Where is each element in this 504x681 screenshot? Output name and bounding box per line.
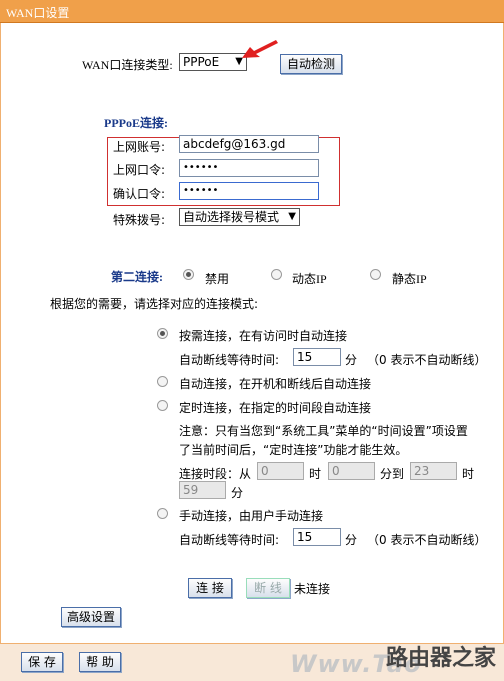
idle-time-note: （0 表示不自动断线） [367, 353, 487, 367]
on-demand-radio[interactable] [157, 328, 168, 339]
advanced-settings-button[interactable]: 高级设置 [61, 607, 121, 627]
special-dial-select[interactable]: 自动选择拨号模式 ▼ [179, 208, 300, 226]
wan-type-select[interactable]: PPPoE ▼ [179, 53, 247, 71]
timed-note-line2: 了当前时间后，“定时连接”功能才能生效。 [179, 443, 408, 457]
timed-note-line1: 注意：只有当您到“系统工具”菜单的“时间设置”项设置 [179, 424, 468, 438]
period-label: 连接时段：从 [179, 467, 252, 481]
second-static-label: 静态IP [392, 272, 427, 286]
watermark-brand: 路由器之家 [385, 646, 496, 671]
idle-time-label-2: 自动断线等待时间: [179, 533, 280, 547]
wan-type-label: WAN口连接类型: [82, 58, 173, 72]
auto-connect-radio[interactable] [157, 376, 168, 387]
to-hour-unit: 时 [462, 467, 475, 481]
idle-time-input[interactable]: 15 [293, 348, 341, 366]
idle-time-note-2: （0 表示不自动断线） [367, 533, 487, 547]
save-button[interactable]: 保 存 [21, 652, 63, 672]
idle-time-unit-2: 分 [345, 533, 358, 547]
password-input[interactable]: •••••• [179, 159, 319, 177]
from-hour-input[interactable]: 0 [257, 462, 304, 480]
idle-time-label: 自动断线等待时间: [179, 353, 280, 367]
from-hour-unit: 时 [309, 467, 322, 481]
connection-status: 未连接 [294, 582, 331, 596]
timed-connect-radio[interactable] [157, 400, 168, 411]
auto-connect-label: 自动连接，在开机和断线后自动连接 [179, 377, 372, 391]
second-connection-label: 第二连接: [111, 270, 163, 284]
special-dial-value: 自动选择拨号模式 [183, 210, 280, 224]
wan-type-value: PPPoE [183, 55, 220, 69]
second-static-radio[interactable] [370, 269, 381, 280]
help-button[interactable]: 帮 助 [79, 652, 121, 672]
to-hour-input[interactable]: 23 [410, 462, 457, 480]
second-disable-radio[interactable] [183, 269, 194, 280]
to-label: 分到 [380, 467, 405, 481]
mode-intro: 根据您的需要，请选择对应的连接模式: [50, 297, 259, 311]
account-input[interactable]: abcdefg@163.gd [179, 135, 319, 153]
arrow-pointer-icon [242, 40, 278, 58]
title-bar: WAN口设置 [0, 0, 504, 23]
idle-time-input-2[interactable]: 15 [293, 528, 341, 546]
connect-button[interactable]: 连 接 [188, 578, 232, 598]
on-demand-label: 按需连接，在有访问时自动连接 [179, 329, 348, 343]
second-dynamic-radio[interactable] [271, 269, 282, 280]
idle-time-unit: 分 [345, 353, 358, 367]
chevron-down-icon: ▼ [288, 211, 296, 222]
second-dynamic-label: 动态IP [292, 272, 327, 286]
from-minute-input[interactable]: 0 [328, 462, 375, 480]
auto-detect-button[interactable]: 自动检测 [280, 54, 342, 74]
second-disable-label: 禁用 [205, 272, 230, 286]
disconnect-button[interactable]: 断 线 [246, 578, 290, 598]
special-dial-label: 特殊拨号: [113, 213, 166, 227]
account-label: 上网账号: [113, 140, 166, 154]
password-label: 上网口令: [113, 163, 166, 177]
manual-connect-radio[interactable] [157, 508, 168, 519]
confirm-password-label: 确认口令: [113, 187, 166, 201]
page-title: WAN口设置 [6, 6, 70, 20]
confirm-password-input[interactable]: •••••• [179, 182, 319, 200]
manual-connect-label: 手动连接，由用户手动连接 [179, 509, 324, 523]
pppoe-section-label: PPPoE连接: [104, 116, 168, 130]
timed-connect-label: 定时连接，在指定的时间段自动连接 [179, 401, 372, 415]
to-minute-input[interactable]: 59 [179, 481, 226, 499]
to-minute-unit: 分 [231, 486, 244, 500]
